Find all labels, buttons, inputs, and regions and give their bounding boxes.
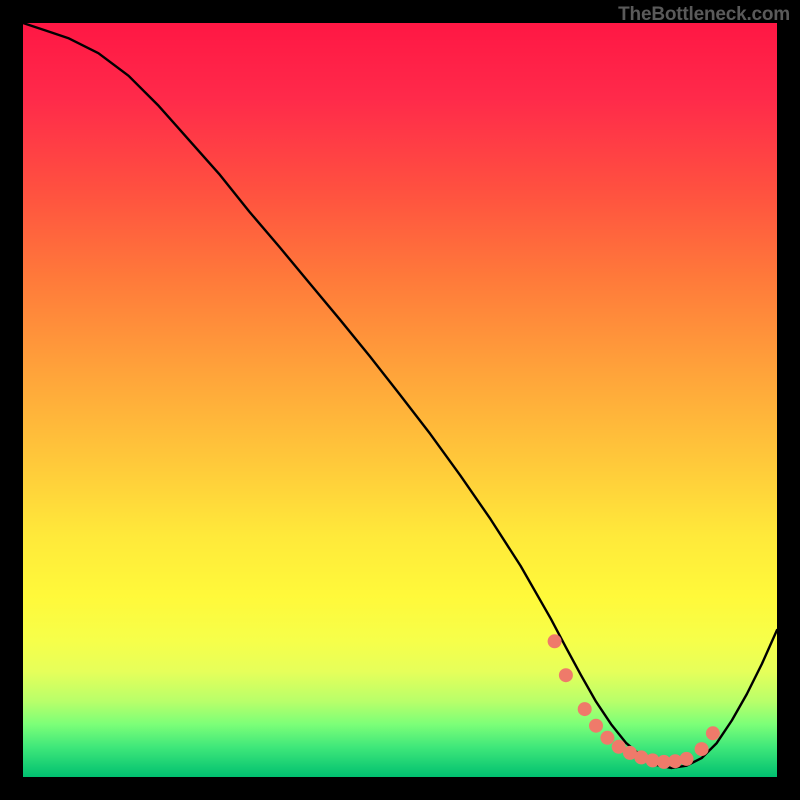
marker-dot [600,731,614,745]
marker-dot [695,742,709,756]
marker-dot [548,634,562,648]
marker-dot [589,719,603,733]
marker-dot [706,726,720,740]
curve-overlay [23,23,777,777]
marker-dot [559,668,573,682]
plot-area [23,23,777,777]
watermark-text: TheBottleneck.com [618,4,790,26]
chart-container: TheBottleneck.com [0,0,800,800]
recommended-range-dots [548,634,720,769]
marker-dot [578,702,592,716]
bottleneck-curve [23,23,777,768]
marker-dot [680,752,694,766]
